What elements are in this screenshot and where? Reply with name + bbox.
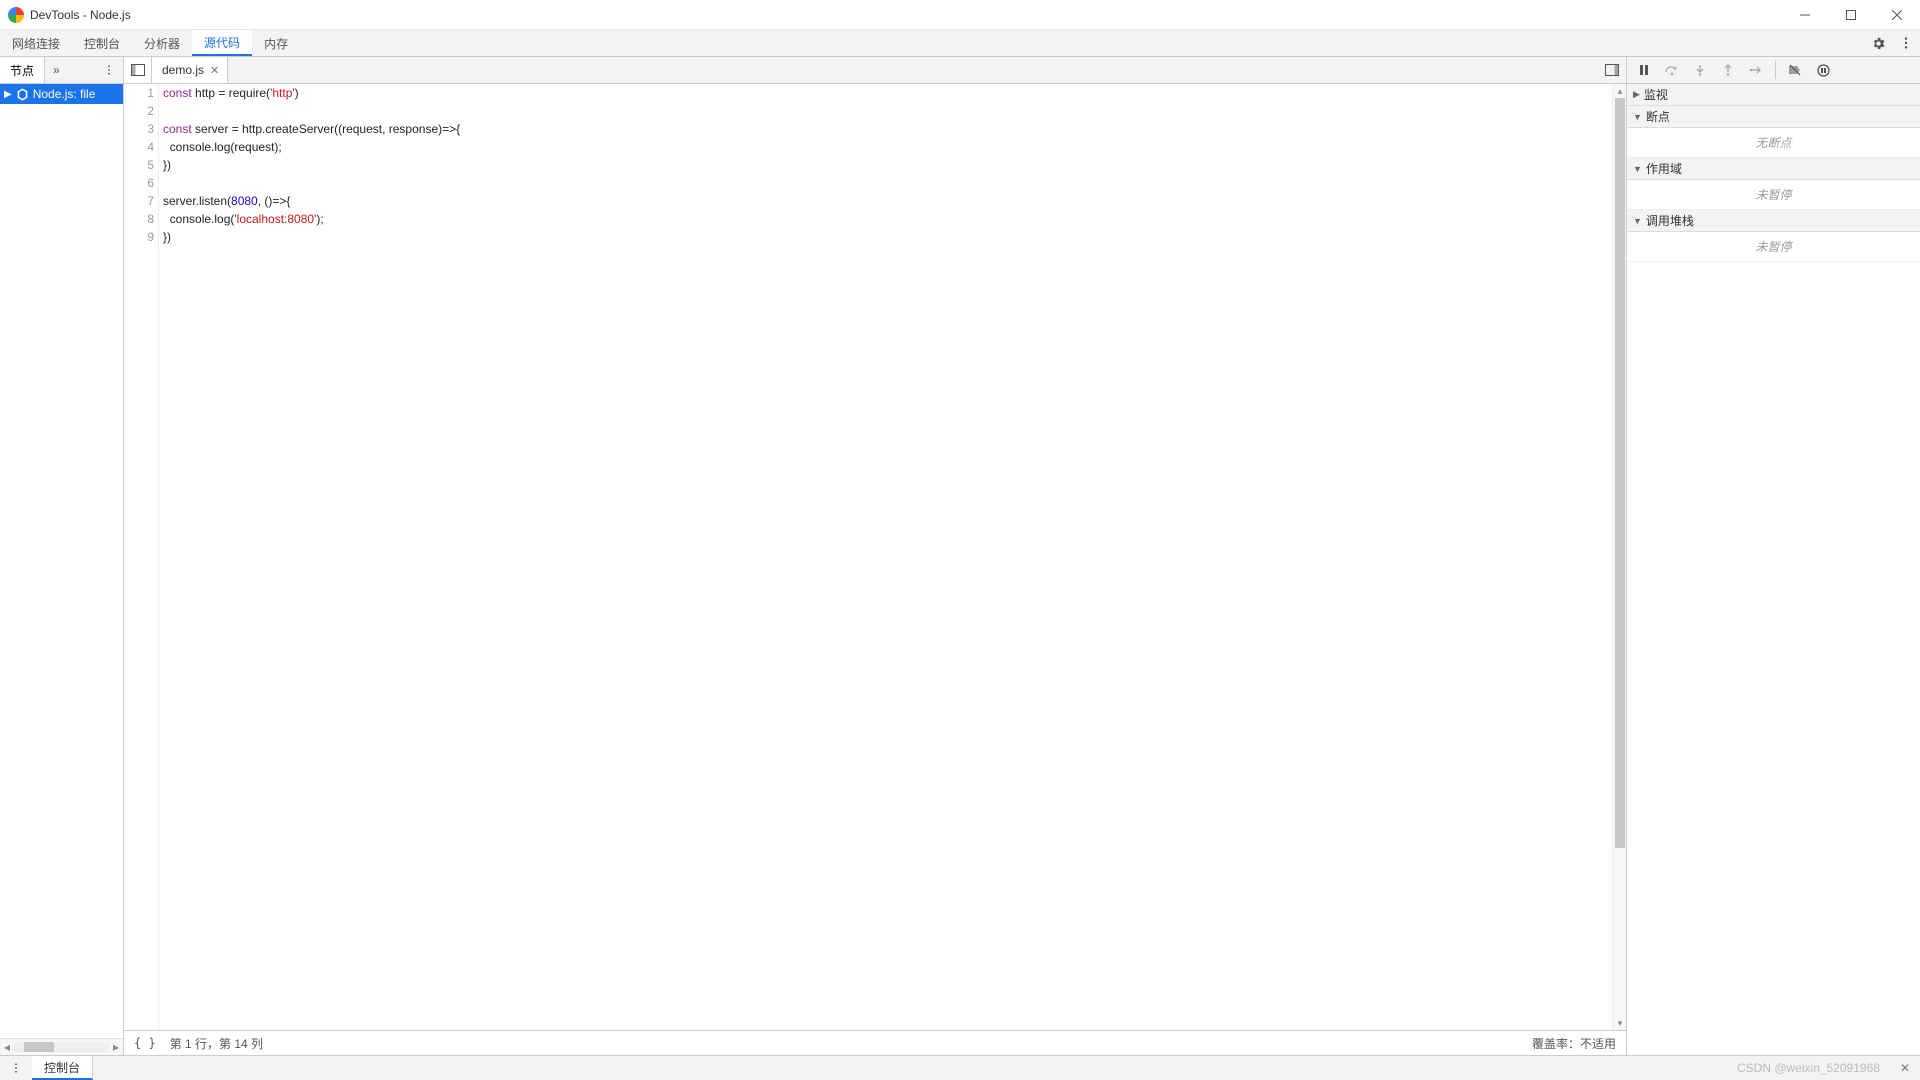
tab-sources[interactable]: 源代码	[192, 30, 252, 56]
drawer-close-button[interactable]: ✕	[1890, 1061, 1920, 1075]
file-tab-label: demo.js	[162, 63, 204, 77]
navigator-hscrollbar[interactable]: ◂ ▸	[0, 1038, 123, 1055]
navigator-tab-node[interactable]: 节点	[0, 57, 45, 83]
vscroll-down-icon[interactable]: ▾	[1613, 1016, 1626, 1030]
scope-section-label: 作用域	[1646, 160, 1682, 177]
pause-on-exceptions-button[interactable]	[1810, 59, 1836, 81]
scope-section-header[interactable]: ▼ 作用域	[1627, 158, 1920, 180]
window-maximize-button[interactable]	[1828, 0, 1874, 30]
vscroll-up-icon[interactable]: ▴	[1613, 84, 1626, 98]
debugger-panel: ▶ 监视 ▼ 断点 无断点 ▼ 作用域 未暂停 ▼ 调用堆栈 未暂停	[1626, 57, 1920, 1055]
drawer-menu-button[interactable]	[0, 1062, 32, 1074]
watch-section-label: 监视	[1644, 86, 1668, 103]
editor-vscrollbar[interactable]: ▴ ▾	[1612, 84, 1626, 1030]
tab-profiler[interactable]: 分析器	[132, 30, 192, 56]
window-close-button[interactable]	[1874, 0, 1920, 30]
watermark-label: CSDN @weixin_52091968	[1737, 1061, 1890, 1075]
expand-icon: ▼	[1633, 112, 1642, 122]
callstack-empty-label: 未暂停	[1627, 232, 1920, 262]
expand-icon: ▼	[1633, 216, 1642, 226]
navigator-panel: 节点 » ▶ Node.js: file ◂ ▸	[0, 57, 124, 1055]
hscroll-right-icon[interactable]: ▸	[109, 1040, 123, 1054]
nodejs-icon	[16, 88, 29, 101]
pretty-print-button[interactable]: { }	[134, 1036, 156, 1050]
breakpoints-empty-label: 无断点	[1627, 128, 1920, 158]
main-menu-button[interactable]	[1892, 30, 1920, 56]
tab-network[interactable]: 网络连接	[0, 30, 72, 56]
step-out-button[interactable]	[1715, 59, 1741, 81]
toggle-navigator-button[interactable]	[124, 57, 152, 83]
tab-console[interactable]: 控制台	[72, 30, 132, 56]
breakpoints-section-label: 断点	[1646, 108, 1670, 125]
step-button[interactable]	[1743, 59, 1769, 81]
navigator-tree[interactable]: ▶ Node.js: file	[0, 84, 123, 1038]
line-number-gutter: 123456789	[124, 84, 159, 1030]
devtools-favicon	[8, 7, 24, 23]
window-titlebar: DevTools - Node.js	[0, 0, 1920, 30]
navigator-tree-item-label: Node.js: file	[33, 87, 96, 101]
settings-button[interactable]	[1864, 30, 1892, 56]
file-tab-close-button[interactable]: ✕	[210, 64, 219, 77]
scope-empty-label: 未暂停	[1627, 180, 1920, 210]
cursor-position-label: 第 1 行，第 14 列	[170, 1035, 263, 1052]
window-minimize-button[interactable]	[1782, 0, 1828, 30]
navigator-menu-button[interactable]	[95, 64, 123, 76]
drawer-tab-console[interactable]: 控制台	[32, 1056, 93, 1080]
code-body[interactable]: const http = require('http')const server…	[159, 84, 1612, 1030]
hscroll-thumb[interactable]	[24, 1042, 54, 1052]
navigator-more-tabs[interactable]: »	[45, 63, 68, 77]
debugger-toolbar	[1627, 57, 1920, 84]
code-editor[interactable]: 123456789 const http = require('http')co…	[124, 84, 1626, 1030]
toggle-debugger-button[interactable]	[1598, 57, 1626, 83]
watch-section-header[interactable]: ▶ 监视	[1627, 84, 1920, 106]
expand-icon: ▼	[1633, 164, 1642, 174]
main-tab-strip: 网络连接 控制台 分析器 源代码 内存	[0, 30, 1920, 57]
navigator-header: 节点 »	[0, 57, 123, 84]
step-over-button[interactable]	[1659, 59, 1685, 81]
step-into-button[interactable]	[1687, 59, 1713, 81]
callstack-section-label: 调用堆栈	[1646, 212, 1694, 229]
tab-memory[interactable]: 内存	[252, 30, 300, 56]
pause-button[interactable]	[1631, 59, 1657, 81]
editor-status-bar: { } 第 1 行，第 14 列 覆盖率：不适用	[124, 1030, 1626, 1055]
hscroll-left-icon[interactable]: ◂	[0, 1040, 14, 1054]
navigator-tree-item-nodejs[interactable]: ▶ Node.js: file	[0, 84, 123, 104]
tree-expand-icon: ▶	[4, 89, 12, 100]
file-tab-demo-js[interactable]: demo.js ✕	[152, 57, 228, 83]
editor-tab-strip: demo.js ✕	[124, 57, 1626, 84]
coverage-label: 覆盖率：不适用	[1532, 1035, 1616, 1052]
drawer: 控制台 CSDN @weixin_52091968 ✕	[0, 1055, 1920, 1080]
deactivate-breakpoints-button[interactable]	[1782, 59, 1808, 81]
callstack-section-header[interactable]: ▼ 调用堆栈	[1627, 210, 1920, 232]
vscroll-thumb[interactable]	[1615, 98, 1625, 848]
breakpoints-section-header[interactable]: ▼ 断点	[1627, 106, 1920, 128]
window-title: DevTools - Node.js	[30, 8, 131, 22]
collapse-icon: ▶	[1633, 89, 1640, 100]
